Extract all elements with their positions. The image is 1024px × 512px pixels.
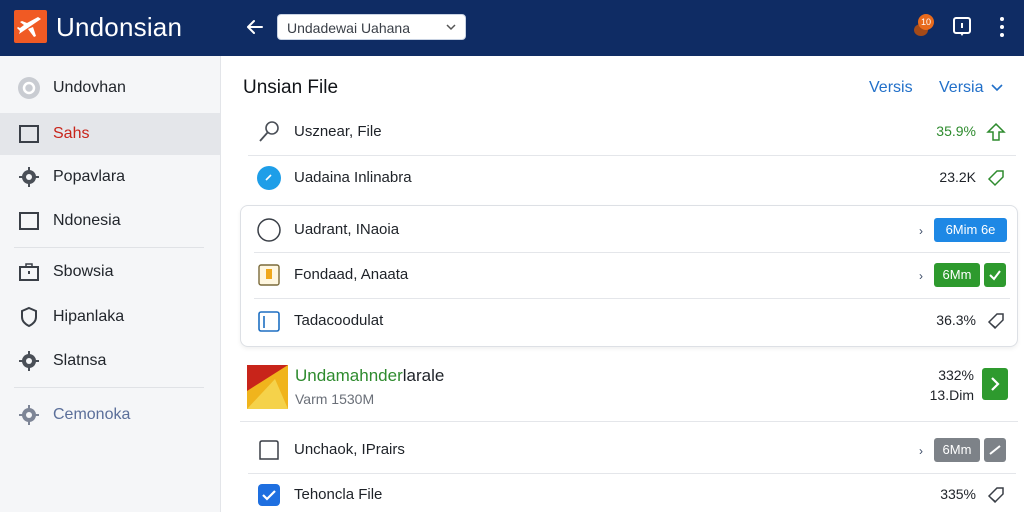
more-vertical-icon[interactable]	[995, 15, 1009, 39]
sidebar-item-label: Cemonoka	[53, 406, 131, 423]
search-icon	[259, 121, 279, 142]
tag-icon[interactable]	[986, 168, 1006, 188]
sidebar-item-sahs[interactable]: Sahs	[0, 113, 220, 155]
sidebar-item-label: Sbowsia	[53, 263, 114, 280]
list-item-value: 35.9%	[936, 123, 976, 139]
arrow-right-icon: ›	[919, 444, 923, 458]
list-item[interactable]: Uadaina Inlinabra 23.2K	[248, 156, 1016, 200]
list-item-value: 335%	[940, 486, 976, 502]
gear-icon	[19, 167, 39, 187]
featured-item[interactable]: Undamahnderlarale Varm 1530M 332% 13.Dim	[240, 352, 1018, 422]
arrow-left-icon	[247, 20, 263, 34]
sidebar-item-hipanlaka[interactable]: Hipanlaka	[0, 296, 220, 338]
view-link-versia[interactable]: Versia	[939, 79, 983, 97]
edit-icon	[989, 445, 1001, 455]
thumbnail-icon	[247, 365, 288, 409]
gear-icon	[19, 405, 39, 425]
sidebar-item-label: Slatnsa	[53, 352, 107, 369]
window-icon	[19, 212, 39, 230]
list-item-value: 36.3%	[936, 312, 976, 328]
featured-item-title-highlight: Undamahnder	[295, 366, 403, 385]
radio-icon[interactable]	[256, 217, 282, 243]
shield-icon	[21, 306, 37, 328]
message-icon[interactable]	[951, 16, 973, 38]
sidebar-item-slatnsa[interactable]: Slatnsa	[0, 340, 220, 382]
list-item[interactable]: Uadrant, INaoia › 6Mim 6e	[248, 208, 1016, 252]
sidebar-item-popavlara[interactable]: Popavlara	[0, 156, 220, 198]
checkbox-checked-icon[interactable]	[256, 482, 282, 508]
list-item-label: Fondaad, Anaata	[294, 266, 409, 283]
sidebar-item-label: Popavlara	[53, 168, 126, 185]
plane-icon	[17, 17, 41, 37]
sidebar-item-sbowsia[interactable]: Sbowsia	[0, 251, 220, 293]
checkbox-icon[interactable]	[256, 437, 282, 463]
sidebar-item-label: Hipanlaka	[53, 308, 125, 325]
list-item[interactable]: Unchaok, IPrairs › 6Mm	[248, 428, 1016, 472]
back-button[interactable]	[242, 14, 268, 40]
status-badge[interactable]: 6Mm	[934, 263, 980, 287]
list-item[interactable]: Fondaad, Anaata › 6Mm	[248, 253, 1016, 297]
chevron-right-icon	[991, 377, 1000, 391]
square-icon	[19, 125, 39, 143]
list-item-label: Unchaok, IPrairs	[294, 441, 405, 458]
gear-icon	[19, 351, 39, 371]
arrow-right-icon: ›	[919, 269, 923, 283]
featured-item-value-secondary: 13.Dim	[929, 387, 974, 403]
list-item[interactable]: Usznear, File 35.9%	[248, 110, 1016, 154]
list-item-label: Usznear, File	[294, 123, 382, 140]
gear-circle-icon	[18, 77, 40, 99]
list-item-value: 23.2K	[939, 169, 976, 185]
app-title: Undonsian	[56, 12, 183, 42]
sidebar-divider	[14, 387, 204, 388]
upload-icon[interactable]	[986, 122, 1006, 142]
arrow-right-icon: ›	[919, 224, 923, 238]
sidebar-item-cemonoka[interactable]: Cemonoka	[0, 394, 220, 436]
app-logo[interactable]	[14, 10, 47, 43]
edit-button[interactable]	[984, 438, 1006, 462]
list-item-label: Tadacoodulat	[294, 312, 384, 329]
status-badge[interactable]: 6Mim 6e	[934, 218, 1007, 242]
sidebar-item-label: Undovhan	[53, 79, 126, 96]
tag-icon[interactable]	[986, 311, 1006, 331]
context-select[interactable]: Undadewai Uahana	[277, 14, 466, 40]
tag-icon[interactable]	[986, 485, 1006, 505]
sidebar-divider	[14, 247, 204, 248]
sidebar-item-label: Sahs	[53, 125, 90, 142]
list-item-label: Uadrant, INaoia	[294, 221, 400, 238]
folder-icon	[258, 264, 280, 286]
document-icon	[258, 311, 280, 332]
sidebar: Undovhan Sahs Popavlara Ndonesia Sbowsia	[0, 56, 221, 512]
list-item[interactable]: Tehoncla File 335%	[248, 473, 1016, 512]
check-icon	[989, 270, 1001, 281]
top-bar: Undonsian Undadewai Uahana 10	[0, 0, 1024, 56]
blue-dot-icon	[257, 166, 281, 190]
open-button[interactable]	[982, 368, 1008, 400]
sidebar-item-ndonesia[interactable]: Ndonesia	[0, 200, 220, 242]
page-title: Unsian File	[243, 77, 339, 98]
check-button[interactable]	[984, 263, 1006, 287]
featured-item-subtitle: Varm 1530M	[295, 391, 375, 407]
view-link-versis[interactable]: Versis	[869, 79, 913, 97]
list-item-label: Uadaina Inlinabra	[294, 169, 412, 186]
briefcase-icon	[19, 263, 39, 281]
sidebar-item-undovhan[interactable]: Undovhan	[0, 67, 220, 109]
chevron-down-icon[interactable]	[990, 81, 1004, 95]
sidebar-item-label: Ndonesia	[53, 212, 121, 229]
status-badge[interactable]: 6Mm	[934, 438, 980, 462]
featured-item-title-rest: larale	[402, 366, 445, 385]
notification-badge: 10	[918, 14, 934, 30]
featured-item-value: 332%	[938, 367, 974, 383]
list-item-label: Tehoncla File	[294, 486, 383, 503]
featured-item-title: Undamahnderlarale	[295, 366, 444, 386]
list-item[interactable]: Tadacoodulat 36.3%	[248, 299, 1016, 343]
context-select-value: Undadewai Uahana	[287, 20, 410, 36]
chevron-down-icon	[446, 24, 456, 31]
